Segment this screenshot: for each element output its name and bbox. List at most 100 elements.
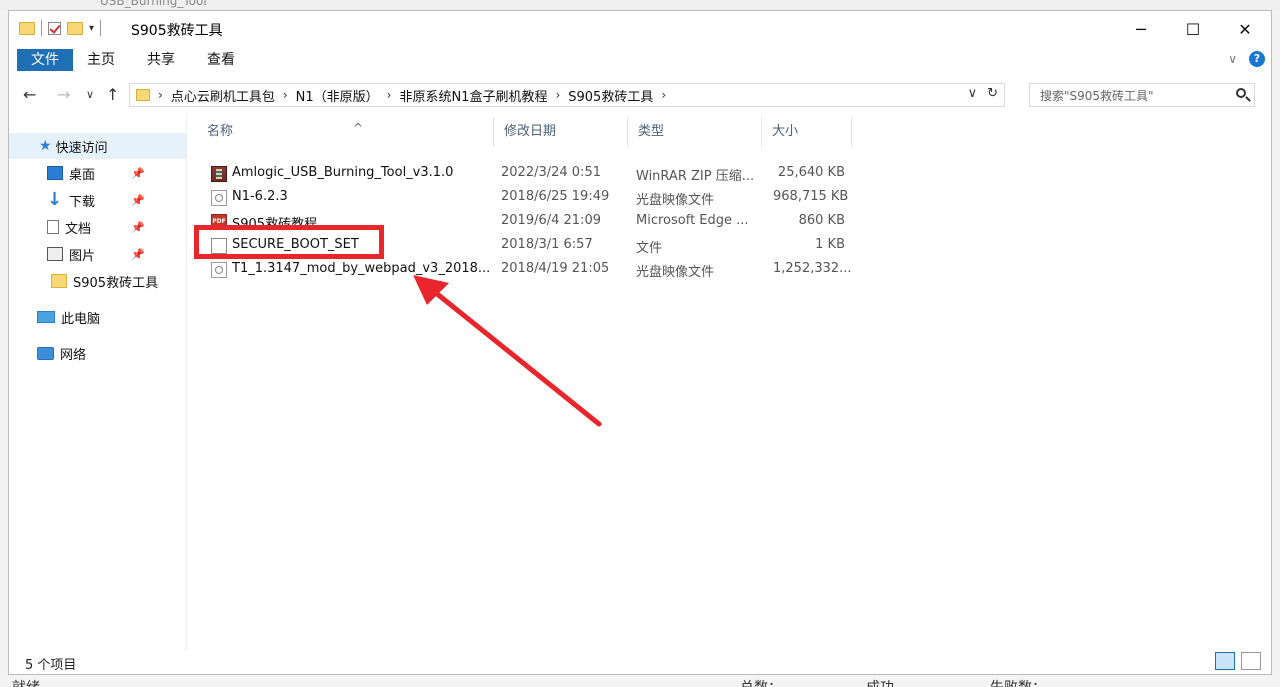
sidebar-item-pictures[interactable]: 图片 📌	[9, 241, 186, 267]
pin-icon[interactable]: 📌	[131, 194, 145, 207]
breadcrumb-item[interactable]: S905救砖工具	[568, 86, 653, 105]
column-header-label: 类型	[638, 124, 665, 139]
file-size: 968,715 KB	[773, 189, 849, 204]
file-type: Microsoft Edge ...	[636, 213, 749, 228]
file-type: 光盘映像文件	[636, 265, 715, 280]
folder-icon	[136, 89, 150, 101]
refresh-icon[interactable]: ↻	[987, 86, 998, 101]
new-folder-icon[interactable]	[67, 21, 83, 35]
chevron-right-icon[interactable]: ›	[283, 88, 288, 102]
status-bar: 5 个项目	[9, 650, 1271, 674]
details-view-icon[interactable]	[1215, 652, 1235, 670]
file-type: 文件	[636, 241, 663, 256]
background-status-ready: 就绪	[12, 677, 40, 687]
background-status-total: 总数：	[740, 677, 782, 687]
picture-icon	[47, 247, 63, 261]
tab-view[interactable]: 查看	[193, 49, 249, 71]
desktop-icon	[47, 166, 63, 180]
breadcrumb-item[interactable]: N1（非原版）	[296, 86, 379, 105]
minimize-button[interactable]: ─	[1115, 11, 1167, 47]
close-button[interactable]: ✕	[1219, 11, 1271, 47]
address-bar[interactable]: › 点心云刷机工具包 › N1（非原版） › 非原系统N1盒子刷机教程 › S9…	[129, 83, 1005, 107]
file-size: 1,252,332...	[773, 261, 852, 276]
column-header-type[interactable]: 类型	[628, 117, 762, 147]
sidebar-item-downloads[interactable]: 下载 📌	[9, 187, 186, 213]
search-box[interactable]	[1029, 83, 1255, 107]
background-left-edge	[0, 10, 8, 675]
title-bar[interactable]: ▾ S905救砖工具 ─ ☐ ✕	[9, 11, 1271, 47]
chevron-right-icon[interactable]: ›	[387, 88, 392, 102]
address-row: ← → ∨ ↑ › 点心云刷机工具包 › N1（非原版） › 非原系统N1盒子刷…	[9, 81, 1271, 109]
expand-ribbon-icon[interactable]: ∨	[1228, 52, 1237, 66]
sidebar-item-label: 图片	[69, 248, 96, 264]
back-arrow-icon[interactable]: ←	[23, 85, 36, 104]
sidebar-item-quick-access[interactable]: ★ 快速访问	[9, 133, 186, 159]
pin-icon[interactable]: 📌	[131, 248, 145, 261]
maximize-button[interactable]: ☐	[1167, 11, 1219, 47]
navigation-pane: ★ 快速访问 桌面 📌 下载 📌 文档 📌 图片 📌 S905救砖工具	[9, 115, 187, 650]
recent-locations-icon[interactable]: ∨	[86, 88, 94, 101]
sidebar-item-label: 此电脑	[61, 311, 101, 327]
background-window-title: USB_Burning_Tool	[100, 0, 207, 8]
pin-icon[interactable]: 📌	[131, 221, 145, 234]
chevron-right-icon[interactable]: ›	[158, 88, 163, 102]
file-type: WinRAR ZIP 压缩...	[636, 169, 755, 184]
sidebar-item-documents[interactable]: 文档 📌	[9, 214, 186, 240]
star-icon: ★	[39, 138, 52, 154]
sidebar-item-label: 快速访问	[55, 140, 108, 156]
file-size: 1 KB	[815, 237, 845, 252]
properties-icon[interactable]	[48, 21, 61, 35]
network-icon	[37, 346, 54, 360]
search-input[interactable]	[1038, 85, 1222, 107]
tab-file[interactable]: 文件	[17, 49, 73, 71]
forward-arrow-icon[interactable]: →	[57, 85, 70, 104]
file-list: 名称 ^ 修改日期 类型 大小 Amlogic_USB_Burning_Tool…	[187, 115, 1267, 650]
search-icon[interactable]	[1236, 88, 1246, 98]
ribbon-tabs: 文件 主页 共享 查看 ∨ ?	[9, 47, 1271, 73]
annotation-arrow-shaft	[428, 286, 602, 427]
sidebar-item-label: 下载	[69, 194, 96, 210]
breadcrumb-item[interactable]: 点心云刷机工具包	[171, 86, 275, 105]
file-size: 25,640 KB	[777, 165, 845, 180]
document-icon	[47, 220, 59, 234]
window-controls: ─ ☐ ✕	[1115, 11, 1271, 47]
pin-icon[interactable]: 📌	[131, 167, 145, 180]
address-dropdown-icon[interactable]: ∨	[968, 86, 978, 101]
annotation-arrow	[413, 275, 602, 427]
window-title: S905救砖工具	[131, 23, 223, 39]
folder-icon	[19, 21, 35, 35]
large-icons-view-icon[interactable]	[1241, 652, 1261, 670]
address-bar-actions: ∨ ↻	[968, 86, 998, 101]
background-statusbar: 就绪 总数： 成功 失败数：	[0, 675, 1280, 687]
ribbon-right: ∨ ?	[1228, 51, 1265, 67]
chevron-right-icon[interactable]: ›	[555, 88, 560, 102]
column-header-size[interactable]: 大小	[762, 117, 852, 147]
chevron-right-icon[interactable]: ›	[661, 88, 666, 102]
customize-dropdown-icon[interactable]: ▾	[89, 23, 94, 34]
file-size: 860 KB	[798, 213, 845, 228]
sidebar-item-s905[interactable]: S905救砖工具	[9, 268, 186, 294]
up-arrow-icon[interactable]: ↑	[106, 85, 119, 104]
explorer-window: ▾ S905救砖工具 ─ ☐ ✕ 文件 主页 共享 查看 ∨ ? ← → ∨ ↑…	[8, 10, 1272, 675]
quick-access-toolbar: ▾	[19, 20, 102, 36]
background-right-edge	[1272, 10, 1280, 675]
sidebar-item-label: 网络	[60, 347, 87, 363]
download-icon	[47, 189, 63, 210]
sidebar-item-label: S905救砖工具	[73, 275, 159, 291]
sidebar-item-label: 文档	[65, 221, 92, 237]
background-status-fail: 失败数：	[990, 677, 1046, 687]
tab-home[interactable]: 主页	[73, 49, 129, 71]
item-count: 5 个项目	[25, 658, 77, 673]
sidebar-item-network[interactable]: 网络	[9, 340, 186, 366]
separator	[100, 20, 102, 36]
sidebar-item-desktop[interactable]: 桌面 📌	[9, 160, 186, 186]
tab-share[interactable]: 共享	[133, 49, 189, 71]
file-type: 光盘映像文件	[636, 193, 715, 208]
separator	[41, 20, 42, 36]
breadcrumb-item[interactable]: 非原系统N1盒子刷机教程	[399, 86, 547, 105]
background-status-success: 成功	[866, 677, 894, 687]
help-icon[interactable]: ?	[1249, 51, 1265, 67]
column-header-label: 大小	[772, 124, 799, 139]
sidebar-item-label: 桌面	[69, 167, 96, 183]
sidebar-item-this-pc[interactable]: 此电脑	[9, 304, 186, 330]
